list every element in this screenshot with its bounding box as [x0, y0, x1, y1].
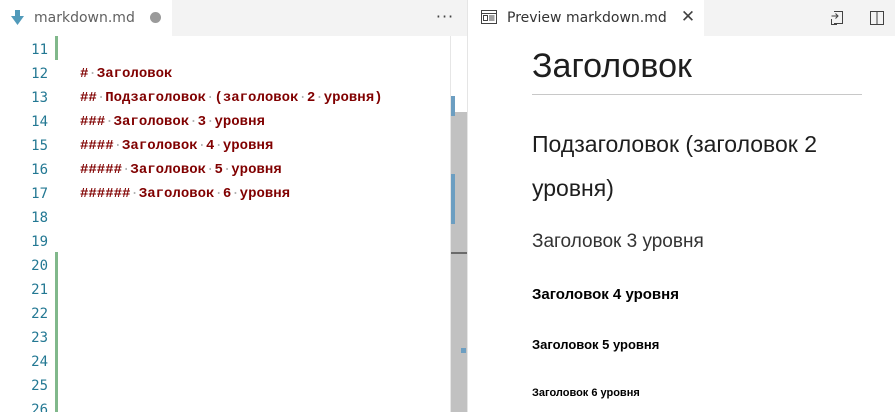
code-line[interactable]: ######·Заголовок·6·уровня [80, 182, 290, 206]
code-line[interactable]: #·Заголовок [80, 62, 172, 86]
line-number: 17 [31, 186, 48, 202]
code-line[interactable]: #####·Заголовок·5·уровня [80, 158, 282, 182]
heading-3: Заголовок 3 уровня [532, 231, 704, 252]
more-actions-icon[interactable]: ··· [432, 5, 458, 31]
preview-tab-label: Preview markdown.md [507, 10, 667, 26]
line-number: 12 [31, 66, 48, 82]
close-icon[interactable]: ✕ [680, 7, 696, 27]
line-number: 26 [31, 402, 48, 412]
tab-markdown-md[interactable]: markdown.md [0, 0, 172, 36]
heading-4: Заголовок 4 уровня [532, 286, 679, 303]
scrollbar-marker [451, 96, 455, 116]
code-line[interactable]: ###·Заголовок·3·уровня [80, 110, 265, 134]
tab-preview-markdown[interactable]: Preview markdown.md ✕ [468, 0, 704, 36]
line-number: 18 [31, 210, 48, 226]
line-number: 14 [31, 114, 48, 130]
heading-1: Заголовок [532, 47, 692, 85]
tab-label: markdown.md [34, 10, 135, 26]
line-number: 23 [31, 330, 48, 346]
unsaved-dot-icon[interactable] [150, 12, 161, 23]
scrollbar-track[interactable] [451, 96, 467, 412]
editor-tab-bar: markdown.md ··· [0, 0, 467, 36]
line-number: 21 [31, 282, 48, 298]
line-number: 16 [31, 162, 48, 178]
open-source-icon[interactable] [828, 8, 848, 28]
heading-5: Заголовок 5 уровня [532, 337, 660, 352]
line-number: 11 [31, 42, 48, 58]
code-line[interactable]: ####·Заголовок·4·уровня [80, 134, 273, 158]
line-number: 20 [31, 258, 48, 274]
preview-pane: Preview markdown.md ✕ Заголовок Подзагол… [467, 0, 895, 412]
preview-tab-bar: Preview markdown.md ✕ [468, 0, 895, 36]
git-added-indicator [55, 36, 58, 60]
line-number: 19 [31, 234, 48, 250]
line-number: 22 [31, 306, 48, 322]
line-number: 25 [31, 378, 48, 394]
preview-icon [481, 10, 497, 24]
line-number: 24 [31, 354, 48, 370]
line-number: 13 [31, 90, 48, 106]
editor-pane: markdown.md ··· 11 12 13 14 15 16 17 18 19 20 21 22… [0, 0, 467, 412]
code-line[interactable]: ##·Подзаголовок·(заголовок·2·уровня) [80, 86, 383, 110]
git-added-indicator [55, 252, 58, 412]
markdown-file-icon [11, 10, 24, 25]
line-number-gutter: 11 12 13 14 15 16 17 18 19 20 21 22 23 24 25 26 [0, 36, 60, 412]
heading-2: Подзаголовок (заголовок 2 уровня) [532, 131, 818, 201]
scrollbar-marker [451, 252, 467, 254]
heading-6: Заголовок 6 уровня [532, 387, 640, 399]
scrollbar-marker [461, 348, 466, 353]
scrollbar-marker [451, 174, 455, 224]
split-editor-icon[interactable] [867, 8, 887, 28]
line-number: 15 [31, 138, 48, 154]
heading-1-divider [532, 94, 862, 95]
